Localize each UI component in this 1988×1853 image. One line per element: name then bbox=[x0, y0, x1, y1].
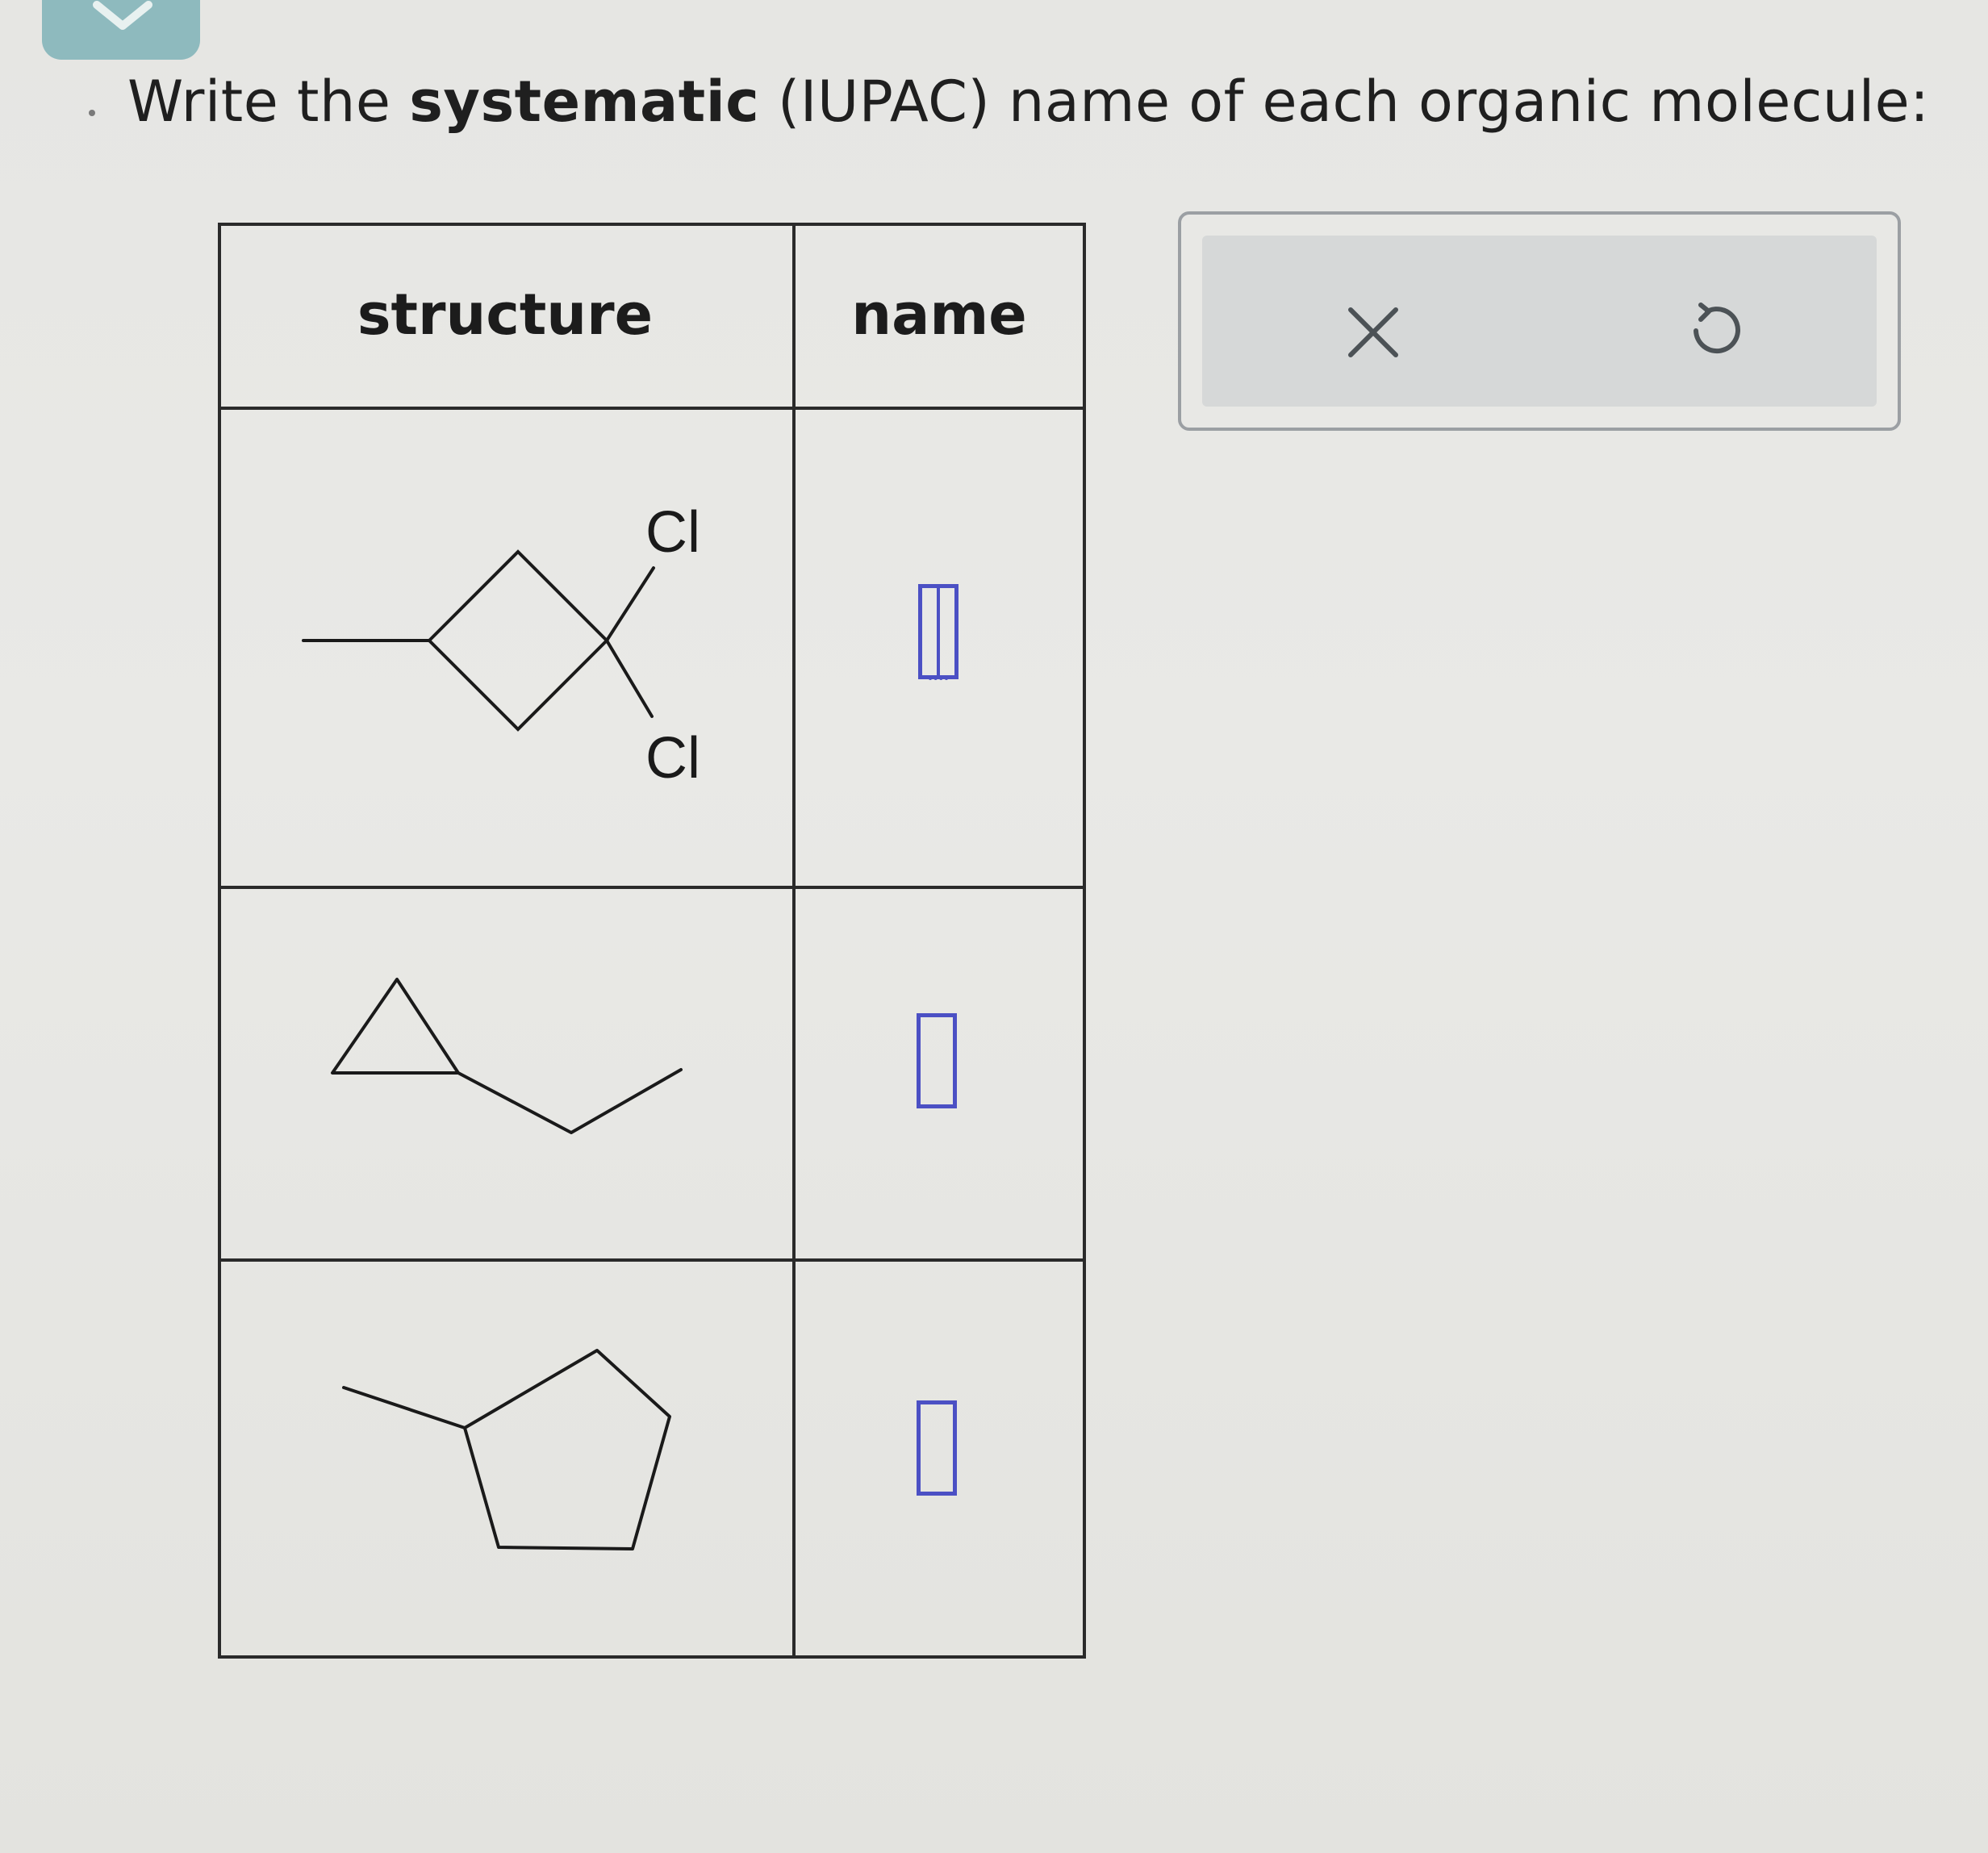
header-name: name bbox=[851, 282, 1027, 348]
prompt-bold-term: systematic bbox=[409, 69, 760, 135]
close-icon bbox=[1348, 307, 1398, 357]
table-border-right bbox=[1083, 223, 1086, 1659]
undo-button[interactable] bbox=[1683, 300, 1748, 365]
prompt-prefix: Write the bbox=[127, 69, 410, 135]
toolbar-inner bbox=[1202, 236, 1877, 407]
name-input-1[interactable] bbox=[918, 584, 958, 680]
atom-label-cl: Cl bbox=[645, 726, 700, 791]
bullet-dot bbox=[89, 110, 95, 116]
prompt-suffix: (IUPAC) name of each organic molecule: bbox=[759, 69, 1930, 135]
structure-name-table: structure name Cl Cl bbox=[218, 223, 1086, 1659]
structure-methylcyclopentane bbox=[342, 1349, 671, 1550]
undo-icon bbox=[1694, 303, 1740, 353]
header-structure: structure bbox=[357, 282, 654, 348]
question-prompt: Write the systematic (IUPAC) name of eac… bbox=[127, 63, 1929, 140]
table-column-divider bbox=[792, 223, 796, 1659]
table-border-bottom bbox=[218, 1655, 1086, 1659]
status-badge bbox=[42, 0, 200, 60]
table-border-top bbox=[218, 223, 1086, 226]
checkmark-icon bbox=[93, 1, 152, 30]
clear-button[interactable] bbox=[1341, 300, 1405, 365]
answer-toolbar bbox=[1178, 211, 1901, 431]
structure-ethylcyclopropane bbox=[331, 978, 683, 1134]
atom-label-cl: Cl bbox=[645, 500, 700, 565]
name-input-2[interactable] bbox=[917, 1013, 957, 1108]
structure-dichloromethylcyclobutane: Cl Cl bbox=[302, 500, 700, 791]
name-input-3[interactable] bbox=[917, 1400, 957, 1496]
